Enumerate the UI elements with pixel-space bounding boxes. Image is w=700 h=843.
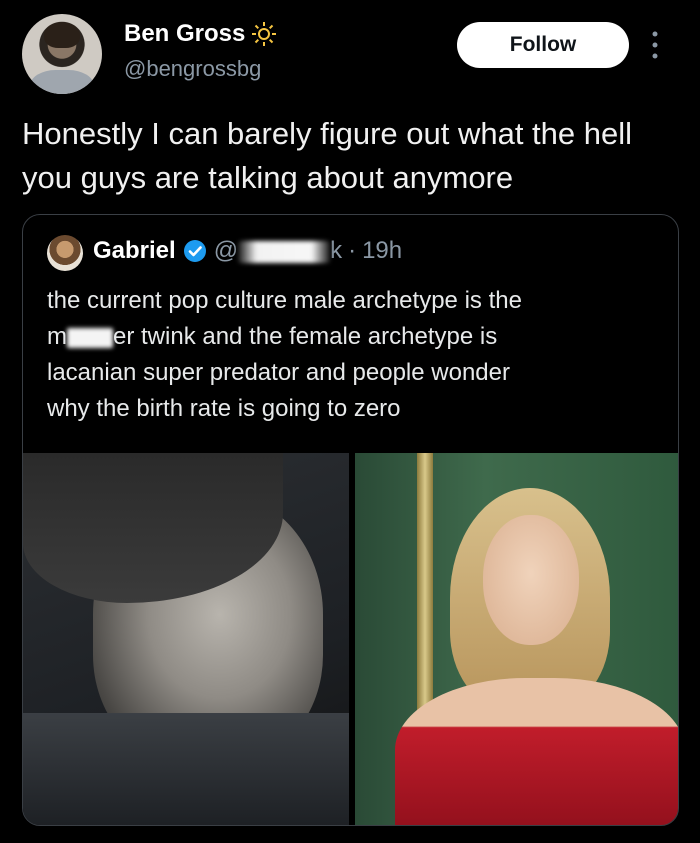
image-right-face [483,515,579,645]
handle-suffix: k [330,237,343,264]
author-avatar[interactable] [22,14,102,94]
avatar-shirt [30,70,94,94]
image-left-collar [23,713,349,825]
redacted-word [67,327,113,348]
handle-prefix: @ [213,237,239,264]
quoted-author-name[interactable]: Gabriel [93,237,176,265]
quoted-author-avatar[interactable] [47,235,83,271]
quoted-author-row: Gabriel @ k · 19h [93,237,402,265]
quoted-separator: · [348,237,357,264]
avatar-hair [44,22,80,48]
image-right-dress [395,678,678,825]
quoted-text-line-2-start: m [47,323,67,350]
redacted-handle [238,240,331,263]
quoted-author-handle[interactable]: @ k [214,237,342,265]
quoted-text-line-2: m er twink and the female archetype is [47,319,667,355]
sun-icon [252,22,277,46]
author-handle[interactable]: @bengrossbg [124,56,261,82]
media-image-left[interactable] [23,453,349,825]
quoted-media-grid [23,453,678,825]
quoted-tweet-text: the current pop culture male archetype i… [47,283,667,427]
tweet-text: Honestly I can barely figure out what th… [22,116,633,195]
verified-badge-icon [183,240,206,262]
media-image-right[interactable] [355,453,678,825]
quoted-text-line-3: lacanian super predator and people wonde… [47,359,510,386]
quoted-timestamp[interactable]: 19h [362,237,402,265]
more-options-icon[interactable] [652,30,658,60]
follow-button[interactable]: Follow [457,22,629,68]
author-display-name[interactable]: Ben Gross [124,20,245,48]
quoted-text-line-4: why the birth rate is going to zero [47,395,401,422]
quoted-text-line-2-end: er twink and the female archetype is [113,323,498,350]
quoted-text-line-1: the current pop culture male archetype i… [47,287,522,314]
author-name-row: Ben Gross [124,20,277,48]
quoted-tweet-card[interactable]: Gabriel @ k · 19h the current pop culture… [22,214,679,826]
